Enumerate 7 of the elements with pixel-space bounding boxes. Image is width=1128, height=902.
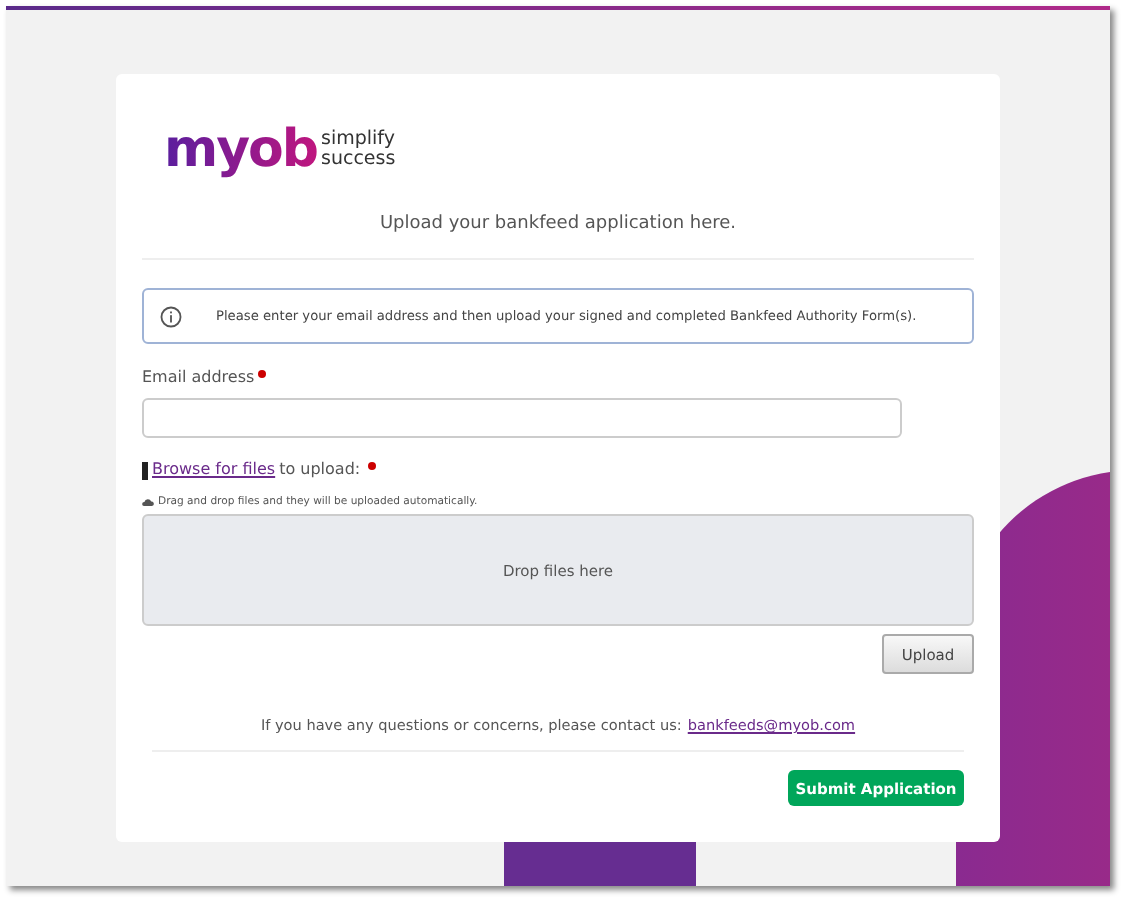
page-heading: Upload your bankfeed application here. [377,214,739,234]
upload-label: to upload: [279,460,361,478]
logo-wordmark: myob [164,120,318,180]
logo-tagline: success [321,150,396,170]
logo-tagline: simplify [321,130,396,150]
email-label: Email address [142,368,255,386]
browse-link[interactable]: Browse for files [152,460,276,478]
